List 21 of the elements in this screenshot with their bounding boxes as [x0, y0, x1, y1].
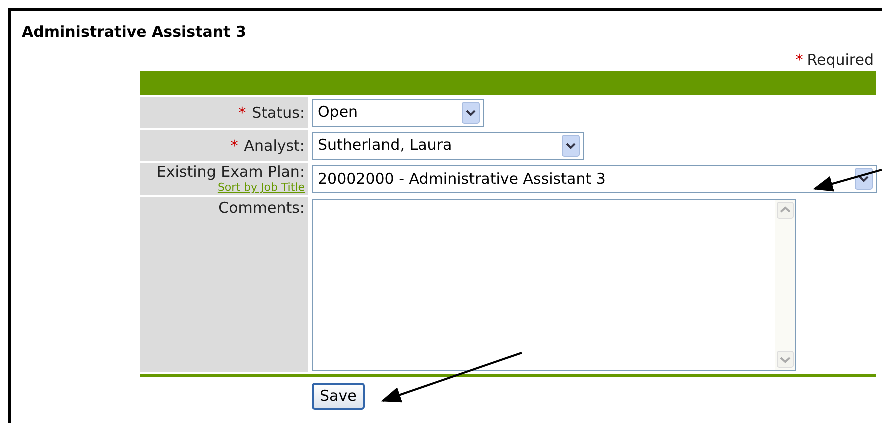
- dropdown[interactable]: 20002000 - Administrative Assistant 3: [312, 165, 877, 193]
- field-label: Status:: [252, 104, 305, 122]
- dropdown-value: Sutherland, Laura: [318, 135, 452, 156]
- field-label: Existing Exam Plan:: [156, 163, 305, 181]
- dropdown[interactable]: Sutherland, Laura: [312, 132, 584, 160]
- save-button[interactable]: Save: [312, 383, 365, 410]
- required-marker: *: [238, 104, 246, 122]
- required-note: Required: [807, 50, 874, 71]
- scrollbar[interactable]: [775, 200, 795, 370]
- field-label: Analyst:: [244, 136, 305, 154]
- field-label: Comments:: [218, 199, 305, 217]
- annotation-arrow: [813, 169, 882, 192]
- dropdown-value: 20002000 - Administrative Assistant 3: [318, 168, 606, 190]
- page-title: Administrative Assistant 3: [22, 22, 248, 42]
- dropdown-value: Open: [318, 102, 358, 124]
- scroll-down-icon[interactable]: [776, 351, 794, 368]
- required-marker: *: [796, 50, 804, 71]
- scroll-up-icon[interactable]: [776, 202, 794, 219]
- dropdown[interactable]: Open: [312, 98, 484, 126]
- required-marker: *: [230, 136, 238, 154]
- comments-textarea[interactable]: [312, 199, 796, 371]
